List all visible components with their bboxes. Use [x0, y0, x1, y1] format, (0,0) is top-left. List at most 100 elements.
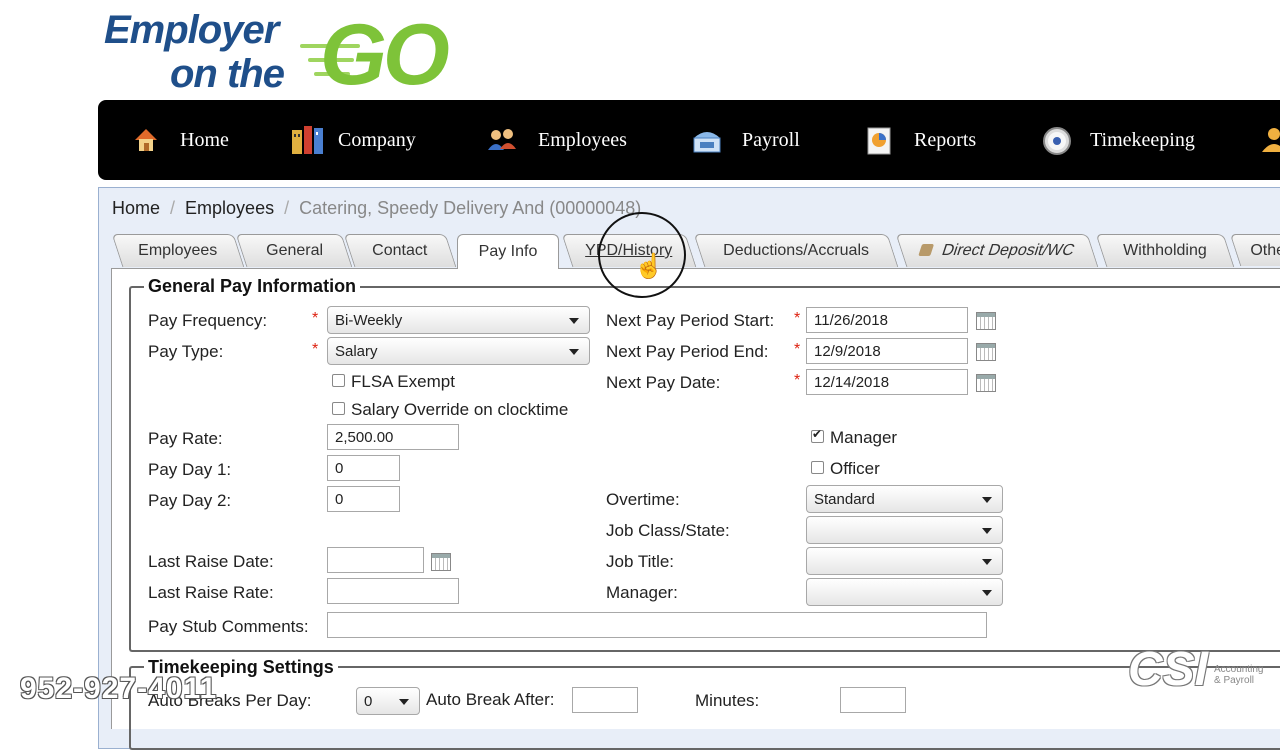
lock-icon — [918, 244, 935, 256]
next-pay-date-input[interactable]: 12/14/2018 — [806, 369, 968, 395]
pay-day-2-input[interactable]: 0 — [327, 486, 400, 512]
nav-label: Payroll — [742, 128, 800, 151]
tab-direct-deposit-wc[interactable]: Direct Deposit/WC — [895, 234, 1099, 267]
tab-contact[interactable]: Contact — [343, 234, 457, 267]
pay-day-1-label: Pay Day 1: — [148, 460, 232, 479]
building-icon — [290, 126, 323, 154]
chevron-down-icon — [569, 349, 579, 355]
salary-override-checkbox[interactable] — [332, 402, 345, 415]
tab-pay-info[interactable]: Pay Info — [457, 234, 559, 269]
report-icon — [866, 126, 894, 155]
pay-type-value: Salary — [335, 342, 378, 360]
pay-frequency-select[interactable]: Bi-Weekly — [327, 306, 590, 334]
logo-text-line1: Employer — [104, 8, 279, 52]
pay-day-2-label: Pay Day 2: — [148, 491, 232, 510]
nav-company[interactable]: Company — [290, 100, 416, 180]
salary-override-label: Salary Override on clocktime — [351, 400, 569, 419]
chevron-down-icon — [982, 497, 992, 503]
auto-breaks-select[interactable]: 0 — [356, 687, 420, 715]
required-marker: * — [312, 341, 319, 358]
nav-reports[interactable]: Reports — [866, 100, 976, 180]
overtime-select[interactable]: Standard — [806, 485, 1003, 513]
next-pay-period-end-label: Next Pay Period End: — [606, 342, 769, 361]
pay-frequency-value: Bi-Weekly — [335, 311, 403, 329]
required-marker: * — [794, 372, 801, 389]
tab-general[interactable]: General — [235, 234, 353, 267]
home-icon — [132, 126, 160, 154]
job-class-state-select[interactable] — [806, 516, 1003, 544]
logo-text-go: GO — [320, 7, 450, 103]
pay-rate-label: Pay Rate: — [148, 429, 223, 448]
phone-number-watermark: 952-927-4011 — [20, 672, 218, 705]
nav-home[interactable]: Home — [132, 100, 229, 180]
csi-logo-watermark: CSI Accounting & Payroll — [1120, 642, 1270, 712]
main-nav-bar: Home Company Employees Payroll Reports T… — [98, 100, 1280, 180]
manager-checkbox[interactable] — [811, 427, 824, 443]
officer-checkbox-label: Officer — [830, 459, 880, 478]
csi-brand-subtitle: Accounting & Payroll — [1214, 664, 1264, 686]
next-pay-period-start-input[interactable]: 11/26/2018 — [806, 307, 968, 333]
chevron-down-icon — [982, 590, 992, 596]
nav-label: Employees — [538, 128, 627, 151]
people-icon — [1260, 126, 1280, 154]
tab-withholding[interactable]: Withholding — [1095, 234, 1235, 267]
breadcrumb: Home / Employees / Catering, Speedy Delivery… — [112, 198, 641, 219]
last-raise-date-label: Last Raise Date: — [148, 552, 274, 571]
required-marker: * — [794, 341, 801, 358]
breadcrumb-employees[interactable]: Employees — [185, 198, 274, 218]
nav-label: Home — [180, 128, 229, 151]
auto-break-after-input[interactable] — [572, 687, 638, 713]
general-pay-group — [129, 286, 1280, 652]
calendar-icon[interactable] — [431, 553, 451, 571]
last-raise-date-input[interactable] — [327, 547, 424, 573]
minutes-label: Minutes: — [695, 691, 760, 710]
calendar-icon[interactable] — [976, 374, 996, 392]
last-raise-rate-input[interactable] — [327, 578, 459, 604]
tab-deductions-accruals[interactable]: Deductions/Accruals — [693, 234, 899, 267]
flsa-exempt-label: FLSA Exempt — [351, 372, 455, 391]
last-raise-rate-label: Last Raise Rate: — [148, 583, 274, 602]
overtime-value: Standard — [814, 490, 875, 508]
employer-on-the-go-logo: Employer on the GO — [104, 7, 484, 103]
csi-brand-text: CSI — [1128, 643, 1209, 696]
logo-text-line2: on the — [170, 52, 285, 96]
pay-frequency-label: Pay Frequency: — [148, 311, 268, 330]
nav-payroll[interactable]: Payroll — [692, 100, 800, 180]
manager-select[interactable] — [806, 578, 1003, 606]
nav-timekeeping[interactable]: Timekeeping — [1042, 100, 1195, 180]
payroll-icon — [692, 126, 722, 154]
next-pay-period-start-label: Next Pay Period Start: — [606, 311, 775, 330]
general-pay-legend: General Pay Information — [144, 276, 361, 297]
next-pay-period-end-input[interactable]: 12/9/2018 — [806, 338, 968, 364]
job-class-state-label: Job Class/State: — [606, 521, 730, 540]
nav-label: Company — [338, 128, 416, 151]
people-icon — [486, 126, 518, 154]
pay-day-1-input[interactable]: 0 — [327, 455, 400, 481]
nav-employees[interactable]: Employees — [486, 100, 627, 180]
pay-rate-input[interactable]: 2,500.00 — [327, 424, 459, 450]
pay-stub-comments-input[interactable] — [327, 612, 987, 638]
pay-stub-comments-label: Pay Stub Comments: — [148, 617, 309, 636]
nav-more[interactable] — [1260, 100, 1280, 180]
calendar-icon[interactable] — [976, 343, 996, 361]
chevron-down-icon — [982, 528, 992, 534]
manager-checkbox-label: Manager — [830, 428, 898, 447]
pay-type-label: Pay Type: — [148, 342, 224, 361]
tab-employees[interactable]: Employees — [111, 234, 245, 267]
hand-cursor-icon: ☝ — [634, 253, 664, 280]
minutes-input[interactable] — [840, 687, 906, 713]
next-pay-date-label: Next Pay Date: — [606, 373, 721, 392]
required-marker: * — [312, 310, 319, 327]
officer-checkbox[interactable] — [811, 461, 824, 474]
chevron-down-icon — [982, 559, 992, 565]
breadcrumb-current: Catering, Speedy Delivery And (00000048) — [299, 198, 642, 218]
breadcrumb-separator: / — [170, 198, 176, 218]
job-title-select[interactable] — [806, 547, 1003, 575]
pay-type-select[interactable]: Salary — [327, 337, 590, 365]
breadcrumb-home[interactable]: Home — [112, 198, 160, 218]
breadcrumb-separator: / — [284, 198, 290, 218]
calendar-icon[interactable] — [976, 312, 996, 330]
flsa-exempt-checkbox[interactable] — [332, 374, 345, 387]
clock-icon — [1042, 126, 1071, 155]
nav-label: Reports — [914, 128, 977, 151]
